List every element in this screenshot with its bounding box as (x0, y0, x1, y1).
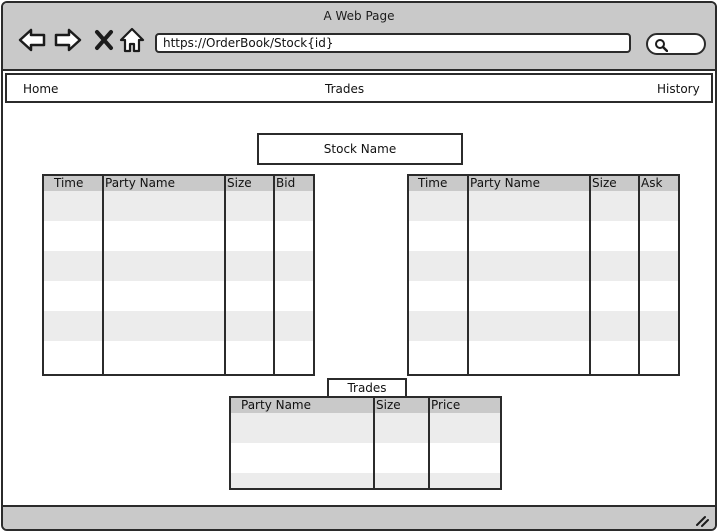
asks-table: Time Party Name Size Ask (407, 174, 680, 376)
column-header-time: Time (54, 176, 84, 190)
column-header-price: Price (431, 398, 461, 412)
close-icon[interactable] (89, 25, 119, 55)
column-header-party-name: Party Name (241, 398, 312, 412)
column-divider (224, 176, 226, 374)
stock-name-box: Stock Name (257, 133, 463, 165)
status-bar (3, 505, 715, 529)
url-input[interactable]: https://OrderBook/Stock{id} (155, 33, 631, 53)
bids-table: Time Party Name Size Bid (42, 174, 315, 376)
nav-bar: Home Trades History (5, 73, 713, 103)
column-header-bid: Bid (276, 176, 296, 190)
column-divider (273, 176, 275, 374)
column-header-size: Size (227, 176, 252, 190)
back-icon[interactable] (17, 25, 47, 55)
window-title: A Web Page (323, 9, 395, 23)
column-header-size: Size (376, 398, 401, 412)
column-header-size: Size (592, 176, 617, 190)
nav-home-link[interactable]: Home (23, 82, 58, 96)
forward-icon[interactable] (53, 25, 83, 55)
resize-grip-icon[interactable] (695, 513, 709, 527)
column-header-ask: Ask (641, 176, 663, 190)
column-header-party-name: Party Name (105, 176, 176, 190)
column-divider (102, 176, 104, 374)
browser-window: A Web Page https://OrderBook/Stock{id} H… (1, 1, 717, 531)
nav-history-link[interactable]: History (657, 82, 700, 96)
column-divider (373, 398, 375, 488)
trades-table: Party Name Size Price (229, 396, 502, 490)
column-header-time: Time (418, 176, 448, 190)
column-divider (638, 176, 640, 374)
home-icon[interactable] (117, 25, 147, 55)
column-divider (428, 398, 430, 488)
table-row (231, 413, 500, 443)
trades-section-label: Trades (327, 378, 407, 398)
browser-toolbar: A Web Page https://OrderBook/Stock{id} (3, 3, 715, 71)
column-divider (467, 176, 469, 374)
column-header-party-name: Party Name (470, 176, 541, 190)
table-row (231, 473, 500, 488)
column-divider (589, 176, 591, 374)
search-icon (655, 39, 668, 52)
nav-trades-link[interactable]: Trades (325, 82, 364, 96)
search-input[interactable] (646, 33, 706, 55)
